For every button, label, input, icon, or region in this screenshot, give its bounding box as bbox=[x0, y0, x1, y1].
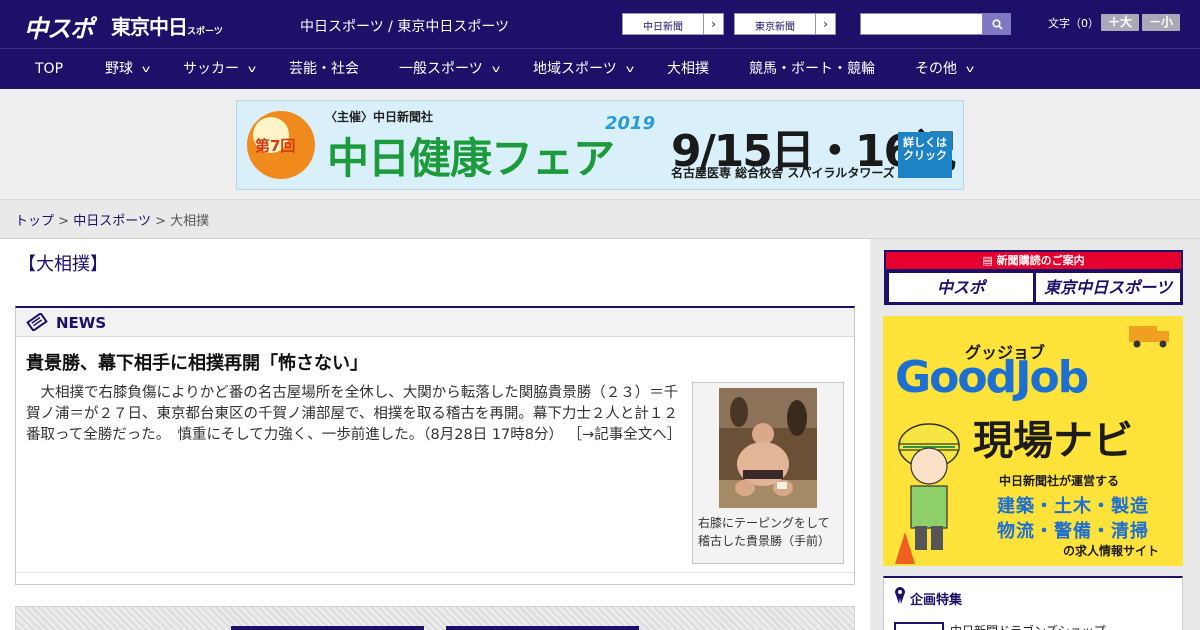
nav-label: サッカー bbox=[183, 61, 239, 77]
worker-illustration-icon bbox=[895, 423, 960, 564]
goodjob-line: 物流・警備・清掃 bbox=[997, 521, 1149, 542]
search-icon bbox=[991, 18, 1003, 30]
nav-item-entertainment[interactable]: 芸能・社会 bbox=[289, 49, 359, 89]
more-news-area bbox=[15, 606, 855, 630]
news-box: NEWS 貴景勝、幕下相手に相撲再開「怖さない」 大相撲で右膝負傷によりかど番の… bbox=[15, 306, 855, 585]
banner-sponsor: 〈主催〉中日新聞社 bbox=[325, 110, 434, 124]
goodjob-logo: GoodJob bbox=[895, 352, 1089, 403]
nav-item-other[interactable]: その他 v bbox=[915, 49, 975, 89]
tokyo-logo-small: スポーツ bbox=[187, 27, 223, 37]
feature-box: 企画特集 中日新聞ドラゴンズショップ bbox=[883, 576, 1183, 630]
truck-icon bbox=[1129, 326, 1169, 348]
nav-label: 一般スポーツ bbox=[399, 61, 483, 77]
article-photo[interactable] bbox=[719, 388, 817, 508]
nav-label: その他 bbox=[915, 61, 957, 77]
breadcrumb-current: 大相撲 bbox=[170, 214, 210, 229]
banner-venue: 名古屋医専 総合校舎 スパイラルタワーズ bbox=[671, 166, 895, 180]
nav-label: 大相撲 bbox=[667, 61, 709, 77]
photo-box: 右膝にテーピングをして稽古した貴景勝（手前） bbox=[692, 382, 844, 564]
chevron-down-icon: v bbox=[247, 64, 257, 75]
main-nav: TOP 野球 v サッカー v 芸能・社会 一般スポーツ v 地域スポーツ v 大相撲 … bbox=[0, 48, 1200, 89]
read-more-link[interactable]: ［→記事全文へ］ bbox=[568, 427, 682, 443]
more-news-button[interactable] bbox=[446, 626, 639, 630]
subscription-heading-text: 新聞購読のご案内 bbox=[996, 254, 1085, 267]
subscription-heading: ▤ 新聞購読のご案内 bbox=[886, 252, 1181, 269]
nav-label: 野球 bbox=[105, 61, 133, 77]
chevron-down-icon: v bbox=[141, 64, 151, 75]
banner-area: 第7回 〈主催〉中日新聞社 中日健康フェア 2019 9/15日・16祝 名古屋… bbox=[0, 89, 1200, 200]
font-larger-button[interactable]: ＋大 bbox=[1101, 14, 1139, 31]
dragons-shop-thumbnail[interactable] bbox=[894, 622, 944, 630]
ribbon-icon bbox=[895, 587, 905, 604]
badge-text: 第7回 bbox=[255, 137, 296, 155]
goodjob-foot: の求人情報サイト bbox=[1063, 544, 1160, 558]
breadcrumb-chunichi-sports-link[interactable]: 中日スポーツ bbox=[73, 214, 151, 229]
breadcrumb: トップ > 中日スポーツ > 大相撲 bbox=[15, 210, 209, 229]
font-size-label: 文字（0） bbox=[1048, 17, 1099, 30]
nav-item-sumo[interactable]: 大相撲 bbox=[667, 49, 709, 89]
tokyo-shimbun-link[interactable]: 東京新聞 › bbox=[734, 13, 836, 35]
nav-item-top[interactable]: TOP bbox=[35, 49, 63, 89]
banner-title: 中日健康フェア bbox=[327, 134, 615, 183]
health-fair-banner[interactable]: 第7回 〈主催〉中日新聞社 中日健康フェア 2019 9/15日・16祝 名古屋… bbox=[236, 100, 964, 190]
newspaper-icon: ▤ bbox=[982, 254, 997, 267]
news-footer-line bbox=[16, 572, 854, 573]
nav-label: 芸能・社会 bbox=[289, 61, 359, 77]
tokyo-shimbun-label: 東京新聞 bbox=[755, 22, 795, 33]
tokyo-chunichi-logo[interactable]: 東京中日スポーツ bbox=[111, 11, 223, 40]
more-news-button[interactable] bbox=[231, 626, 424, 630]
goodjob-title: 現場ナビ bbox=[973, 418, 1133, 464]
tokyo-logo-text: 東京中日 bbox=[111, 15, 188, 39]
goodjob-line: 建築・土木・製造 bbox=[997, 496, 1149, 517]
breadcrumb-separator: > bbox=[58, 214, 70, 229]
nav-item-baseball[interactable]: 野球 v bbox=[105, 49, 151, 89]
top-bar: 中スポ 東京中日スポーツ 中日スポーツ / 東京中日スポーツ 中日新聞 › 東京… bbox=[0, 0, 1200, 48]
sumo-photo-graphic bbox=[719, 388, 817, 508]
search-input[interactable] bbox=[860, 13, 983, 35]
chuspo-logo[interactable]: 中スポ bbox=[24, 9, 94, 44]
banner-year: 2019 bbox=[605, 113, 656, 134]
article-body: 大相撲で右膝負傷によりかど番の名古屋場所を全休し、大関から転落した関脇貴景勝（２… bbox=[26, 383, 684, 446]
goodjob-ad[interactable]: グッジョブ GoodJob 現場ナビ 中日新聞社が運営する 建築・土木・製造 物… bbox=[883, 316, 1183, 566]
category-heading: 【大相撲】 bbox=[18, 254, 108, 275]
goodjob-lead: 中日新聞社が運営する bbox=[999, 474, 1120, 488]
subscribe-chuspo-button[interactable]: 中スポ bbox=[889, 273, 1033, 302]
chunichi-shimbun-label: 中日新聞 bbox=[643, 22, 683, 33]
feature-title: 企画特集 bbox=[910, 593, 963, 608]
subscribe-tokyo-chunichi-button[interactable]: 東京中日スポーツ bbox=[1036, 273, 1180, 302]
news-section-title: NEWS bbox=[56, 314, 107, 332]
nav-item-general-sports[interactable]: 一般スポーツ v bbox=[399, 49, 500, 89]
chevron-down-icon: v bbox=[965, 64, 975, 75]
chevron-down-icon: v bbox=[491, 64, 500, 75]
chevron-down-icon: v bbox=[625, 64, 634, 75]
nav-label: 競馬・ボート・競輪 bbox=[749, 61, 875, 77]
search-button[interactable] bbox=[983, 13, 1011, 35]
chunichi-shimbun-link[interactable]: 中日新聞 › bbox=[622, 13, 724, 35]
nav-item-racing[interactable]: 競馬・ボート・競輪 bbox=[749, 49, 875, 89]
banner-cta-button[interactable]: 詳しくはクリック bbox=[898, 132, 952, 178]
newspaper-icon bbox=[26, 313, 48, 331]
nav-label: TOP bbox=[35, 61, 64, 77]
news-header: NEWS bbox=[16, 308, 854, 337]
nav-item-soccer[interactable]: サッカー v bbox=[183, 49, 257, 89]
breadcrumb-separator: > bbox=[155, 214, 166, 229]
chevron-right-icon: › bbox=[703, 14, 723, 34]
main-content: 【大相撲】 NEWS 貴景勝、幕下相手に相撲再開「怖さない」 大相撲で右膝負傷に… bbox=[0, 239, 870, 630]
font-smaller-button[interactable]: －小 bbox=[1142, 14, 1180, 31]
photo-caption: 右膝にテーピングをして稽古した貴景勝（手前） bbox=[698, 516, 831, 548]
breadcrumb-top-link[interactable]: トップ bbox=[15, 214, 54, 229]
chevron-right-icon: › bbox=[815, 14, 835, 34]
site-title: 中日スポーツ / 東京中日スポーツ bbox=[300, 19, 510, 35]
feature-item-link[interactable]: 中日新聞ドラゴンズショップ bbox=[950, 622, 1106, 630]
article-title[interactable]: 貴景勝、幕下相手に相撲再開「怖さない」 bbox=[26, 349, 368, 375]
subscription-box: ▤ 新聞購読のご案内 中スポ 東京中日スポーツ bbox=[884, 250, 1183, 305]
nav-item-local-sports[interactable]: 地域スポーツ v bbox=[533, 49, 634, 89]
nav-label: 地域スポーツ bbox=[533, 61, 617, 77]
